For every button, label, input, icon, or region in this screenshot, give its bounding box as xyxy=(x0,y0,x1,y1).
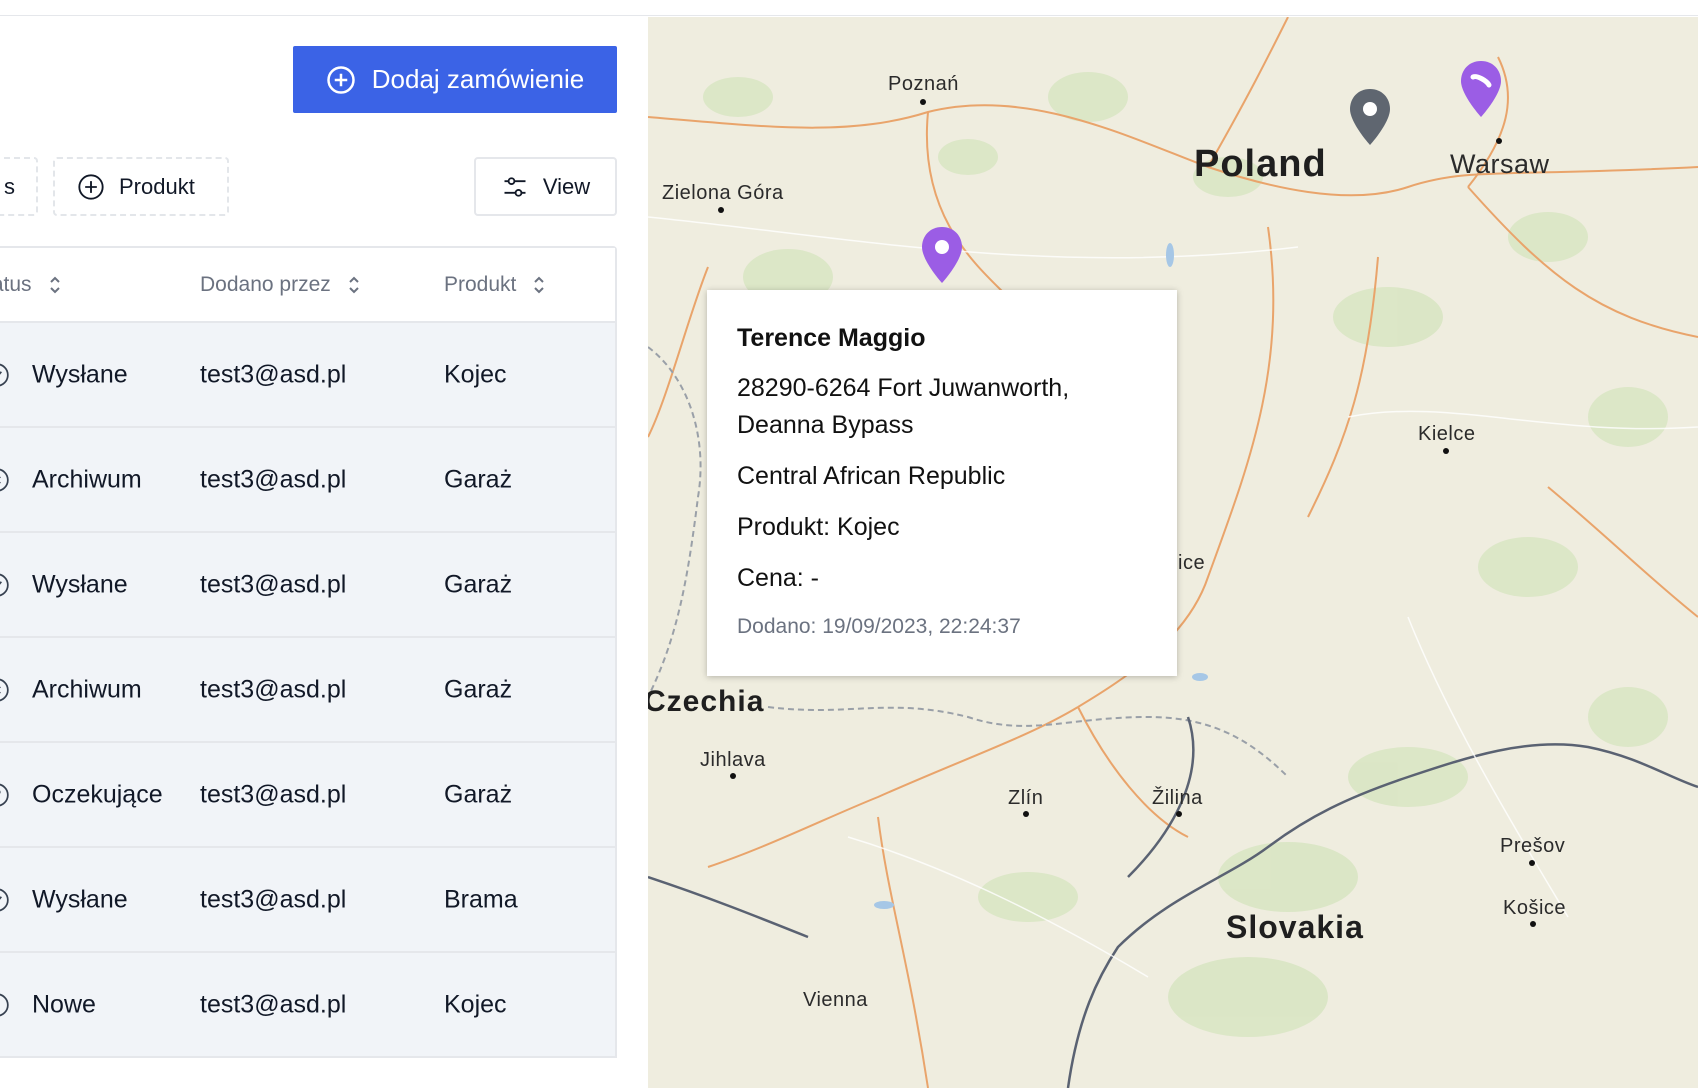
table-row[interactable]: Archiwum test3@asd.pl Garaż xyxy=(0,428,615,533)
status-filter-label: s xyxy=(4,173,15,199)
city-label-zlin: Zlín xyxy=(1008,787,1044,809)
cell-product: Garaż xyxy=(444,780,513,808)
cell-product: Kojec xyxy=(444,990,507,1018)
table-row[interactable]: Archiwum test3@asd.pl Garaż xyxy=(0,638,615,743)
orders-panel: Dodaj zamówienie s Produkt View tatus Do… xyxy=(0,17,646,1088)
city-dot xyxy=(1176,811,1182,817)
city-label-jihlava: Jihlava xyxy=(700,749,766,771)
city-dot xyxy=(1023,811,1029,817)
cell-added-by: test3@asd.pl xyxy=(200,885,347,913)
cell-status: Archiwum xyxy=(32,675,142,703)
cell-added-by: test3@asd.pl xyxy=(200,360,347,388)
cell-product: Garaż xyxy=(444,465,513,493)
cell-product: Kojec xyxy=(444,360,507,388)
city-dot xyxy=(1496,138,1502,144)
popup-product: Produkt: Kojec xyxy=(737,513,900,541)
table-row[interactable]: Nowe test3@asd.pl Kojec xyxy=(0,953,615,1058)
column-header-added-by-label: Dodano przez xyxy=(200,272,331,296)
product-filter-button[interactable]: Produkt xyxy=(53,157,229,216)
city-label-kosice: Košice xyxy=(1503,897,1567,919)
city-label-warsaw: Warsaw xyxy=(1450,149,1550,179)
column-header-status-label: tatus xyxy=(0,272,32,296)
country-label-slovakia: Slovakia xyxy=(1226,909,1364,945)
city-label-poznan: Poznań xyxy=(888,73,959,95)
cell-added-by: test3@asd.pl xyxy=(200,465,347,493)
check-circle-icon xyxy=(0,363,9,386)
plus-circle-icon xyxy=(327,65,355,94)
city-dot xyxy=(730,773,736,779)
map-pin-icon[interactable] xyxy=(918,225,966,287)
city-dot xyxy=(1443,448,1449,454)
column-header-product[interactable]: Produkt xyxy=(444,273,548,297)
view-label: View xyxy=(542,173,591,199)
city-label-presov: Prešov xyxy=(1500,835,1566,857)
map-popup: Terence Maggio 28290-6264 Fort Juwanwort… xyxy=(707,290,1177,676)
sort-chevrons-icon xyxy=(49,276,60,293)
country-label-czechia: Czechia xyxy=(648,685,765,718)
table-row[interactable]: Wysłane test3@asd.pl Garaż xyxy=(0,533,615,638)
view-options-button[interactable]: View xyxy=(474,157,617,216)
cell-product: Brama xyxy=(444,885,518,913)
column-header-status[interactable]: tatus xyxy=(0,273,64,297)
sliders-icon xyxy=(504,176,526,197)
cell-added-by: test3@asd.pl xyxy=(200,780,347,808)
cell-product: Garaż xyxy=(444,675,513,703)
check-circle-icon xyxy=(0,573,9,596)
sort-chevrons-icon xyxy=(349,276,359,293)
question-circle-icon xyxy=(0,783,9,806)
x-circle-icon xyxy=(0,678,9,701)
table-row[interactable]: Wysłane test3@asd.pl Kojec xyxy=(0,323,615,428)
sort-chevrons-icon xyxy=(534,276,545,293)
city-dot xyxy=(1529,860,1535,866)
popup-country: Central African Republic xyxy=(737,462,1006,490)
add-order-button[interactable]: Dodaj zamówienie xyxy=(293,46,617,113)
map-pin-icon[interactable] xyxy=(1457,59,1505,121)
check-circle-icon xyxy=(0,888,9,911)
city-dot xyxy=(718,207,724,213)
map-pin-icon[interactable] xyxy=(1346,87,1394,149)
country-label-poland: Poland xyxy=(1194,143,1327,185)
product-filter-label: Produkt xyxy=(119,173,195,199)
popup-address-line1: 28290-6264 Fort Juwanworth, xyxy=(737,374,1070,402)
table-row[interactable]: Wysłane test3@asd.pl Brama xyxy=(0,848,615,953)
cell-status: Wysłane xyxy=(32,885,128,913)
city-label-kielce: Kielce xyxy=(1418,423,1476,445)
top-strip xyxy=(0,0,1698,16)
city-dot xyxy=(1530,921,1536,927)
cell-product: Garaż xyxy=(444,570,513,598)
table-row[interactable]: Oczekujące test3@asd.pl Garaż xyxy=(0,743,615,848)
cell-status: Wysłane xyxy=(32,570,128,598)
city-label-zilina: Žilina xyxy=(1152,787,1203,809)
status-filter-button[interactable]: s xyxy=(0,157,38,216)
column-header-added-by[interactable]: Dodano przez xyxy=(200,273,363,297)
city-dot xyxy=(920,99,926,105)
add-order-label: Dodaj zamówienie xyxy=(371,64,585,94)
cell-added-by: test3@asd.pl xyxy=(200,990,347,1018)
plus-circle-icon xyxy=(78,173,104,200)
cell-status: Wysłane xyxy=(32,360,128,388)
popup-address-line2: Deanna Bypass xyxy=(737,411,914,439)
popup-added-date: Dodano: 19/09/2023, 22:24:37 xyxy=(737,615,1021,638)
cell-added-by: test3@asd.pl xyxy=(200,570,347,598)
cell-status: Nowe xyxy=(32,990,96,1018)
table-header: tatus Dodano przez Produkt xyxy=(0,248,615,323)
x-circle-icon xyxy=(0,468,9,491)
popup-customer-name: Terence Maggio xyxy=(737,324,926,352)
cell-status: Oczekujące xyxy=(32,780,163,808)
circle-icon xyxy=(0,993,9,1016)
cell-status: Archiwum xyxy=(32,465,142,493)
city-label-zielona-gora: Zielona Góra xyxy=(662,182,784,204)
city-label-katowice-fragment: ice xyxy=(1178,552,1206,574)
popup-price: Cena: - xyxy=(737,564,819,592)
orders-table: tatus Dodano przez Produkt Wysłane test3@… xyxy=(0,246,617,1058)
cell-added-by: test3@asd.pl xyxy=(200,675,347,703)
city-label-vienna: Vienna xyxy=(803,989,868,1011)
column-header-product-label: Produkt xyxy=(444,272,517,296)
